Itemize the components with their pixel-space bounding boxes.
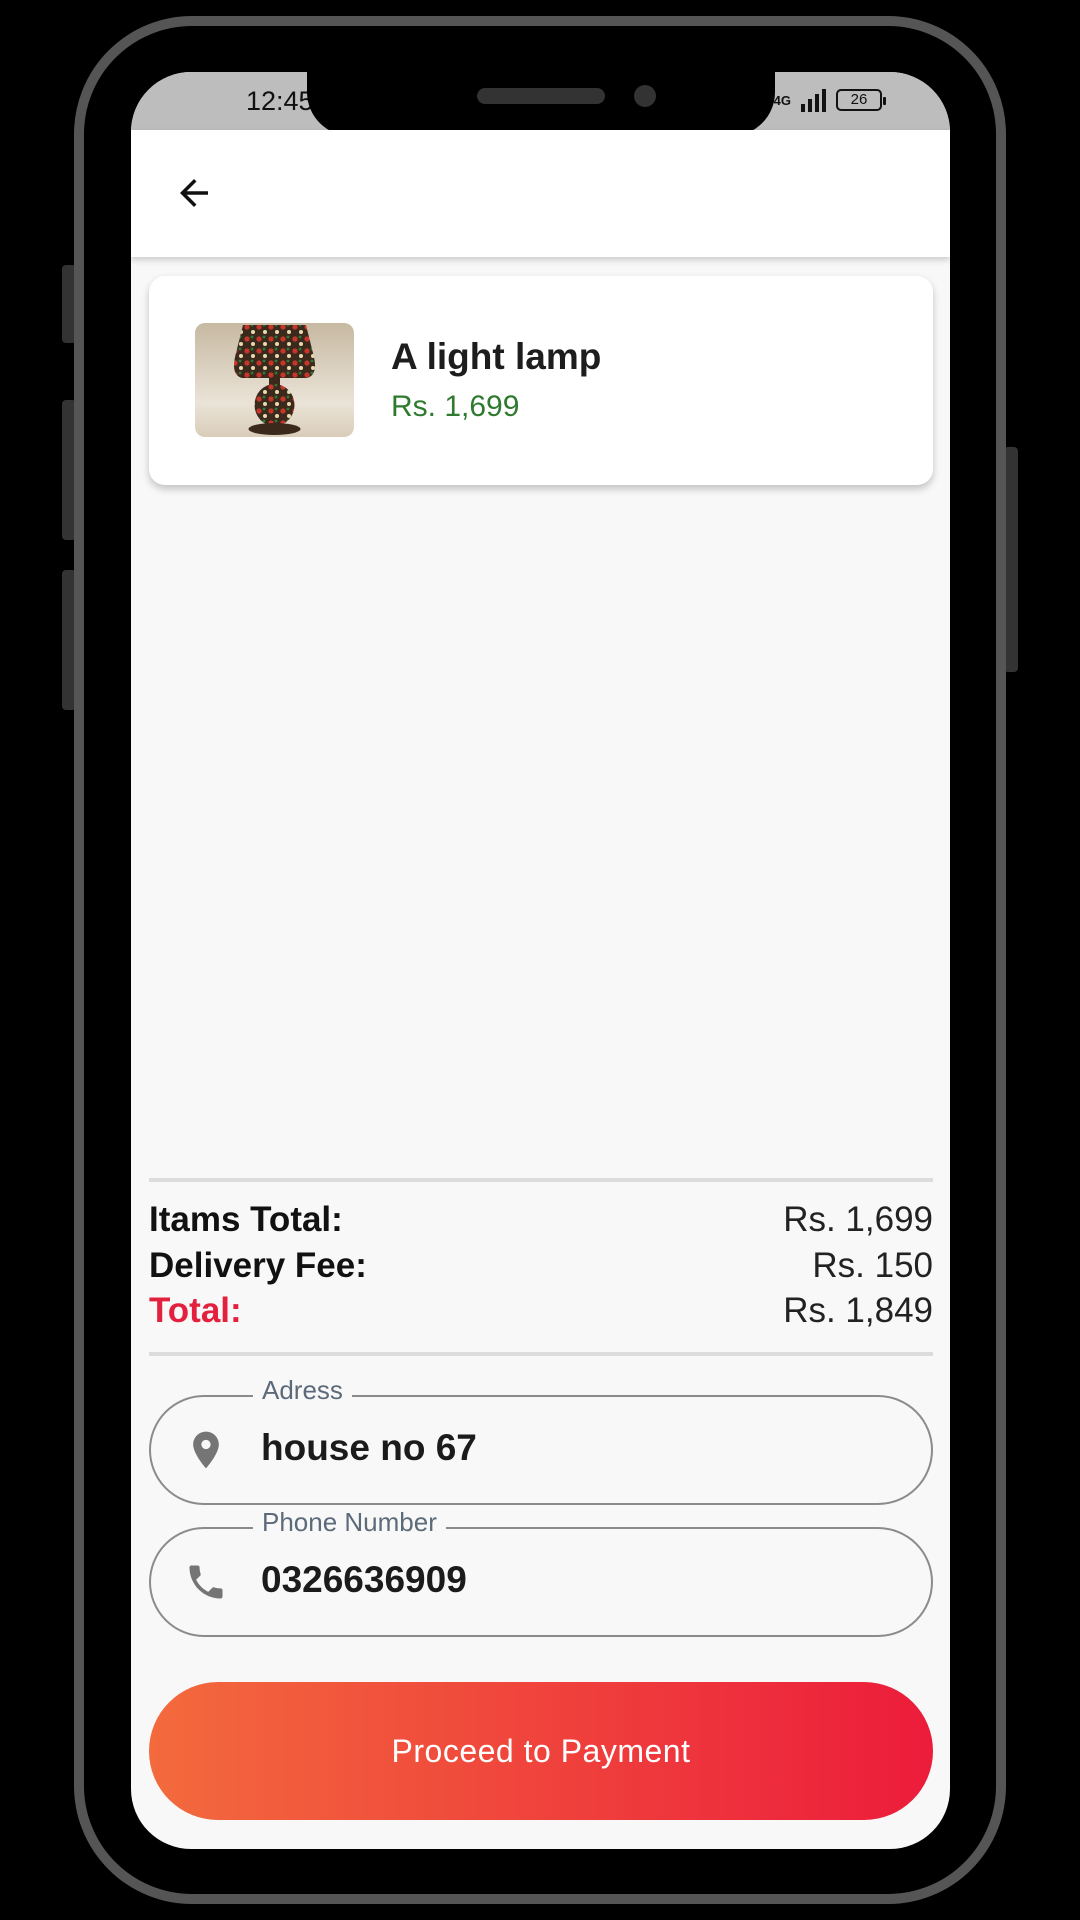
- delivery-fee-value: Rs. 150: [812, 1246, 933, 1285]
- signal-icon: [801, 88, 826, 112]
- product-name: A light lamp: [391, 336, 602, 377]
- status-icons: 4G 26: [773, 88, 886, 112]
- camera-notch: [307, 72, 775, 136]
- front-camera: [634, 85, 656, 107]
- app-bar: [131, 130, 950, 257]
- location-pin-icon: [181, 1425, 231, 1475]
- network-type: 4G: [773, 92, 791, 108]
- address-field-label: Adress: [253, 1375, 352, 1406]
- total-value: Rs. 1,849: [783, 1291, 933, 1330]
- total-row: Total: Rs. 1,849: [149, 1289, 933, 1333]
- phone-input[interactable]: [261, 1551, 901, 1609]
- phone-screen: 12:45 4G 26 A light lamp Rs. 1,699 Itams…: [131, 72, 950, 1849]
- back-button[interactable]: [169, 168, 219, 218]
- power-button: [1004, 447, 1018, 672]
- proceed-to-payment-button[interactable]: Proceed to Payment: [149, 1682, 933, 1820]
- delivery-fee-label: Delivery Fee:: [149, 1246, 367, 1285]
- product-price: Rs. 1,699: [391, 390, 520, 423]
- items-total-row: Itams Total: Rs. 1,699: [149, 1198, 933, 1242]
- address-field[interactable]: Adress: [149, 1375, 933, 1505]
- items-total-value: Rs. 1,699: [783, 1200, 933, 1239]
- cart-item-card[interactable]: A light lamp Rs. 1,699: [149, 276, 933, 485]
- total-label: Total:: [149, 1291, 242, 1330]
- speaker-grille: [477, 88, 605, 104]
- product-image: [195, 323, 354, 437]
- summary-divider-top: [149, 1178, 933, 1182]
- address-input[interactable]: [261, 1419, 901, 1477]
- battery-icon: 26: [836, 89, 886, 111]
- phone-field-label: Phone Number: [253, 1507, 446, 1538]
- items-total-label: Itams Total:: [149, 1200, 343, 1239]
- phone-field[interactable]: Phone Number: [149, 1507, 933, 1637]
- arrow-back-icon: [180, 179, 208, 207]
- delivery-fee-row: Delivery Fee: Rs. 150: [149, 1244, 933, 1288]
- status-time: 12:45: [246, 86, 314, 116]
- summary-divider-bottom: [149, 1352, 933, 1356]
- phone-icon: [181, 1557, 231, 1607]
